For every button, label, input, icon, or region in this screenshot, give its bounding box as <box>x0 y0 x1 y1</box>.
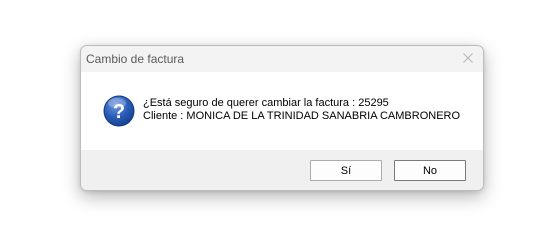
confirm-dialog: Cambio de factura ? ¿Está seguro de quer… <box>80 45 484 191</box>
dialog-message: ¿Está seguro de querer cambiar la factur… <box>143 97 460 123</box>
no-button[interactable]: No <box>394 160 466 181</box>
question-icon: ? <box>103 95 135 127</box>
dialog-titlebar[interactable]: Cambio de factura <box>81 46 483 72</box>
close-icon[interactable] <box>459 49 477 67</box>
message-line-invoice: ¿Está seguro de querer cambiar la factur… <box>143 97 389 109</box>
yes-button[interactable]: Sí <box>310 160 382 181</box>
dialog-content: ? ¿Está seguro de querer cambiar la fact… <box>81 72 483 150</box>
message-line-client: Cliente : MONICA DE LA TRINIDAD SANABRIA… <box>143 110 461 122</box>
dialog-footer: Sí No <box>81 150 483 190</box>
svg-text:?: ? <box>113 101 125 123</box>
dialog-title: Cambio de factura <box>86 52 185 66</box>
